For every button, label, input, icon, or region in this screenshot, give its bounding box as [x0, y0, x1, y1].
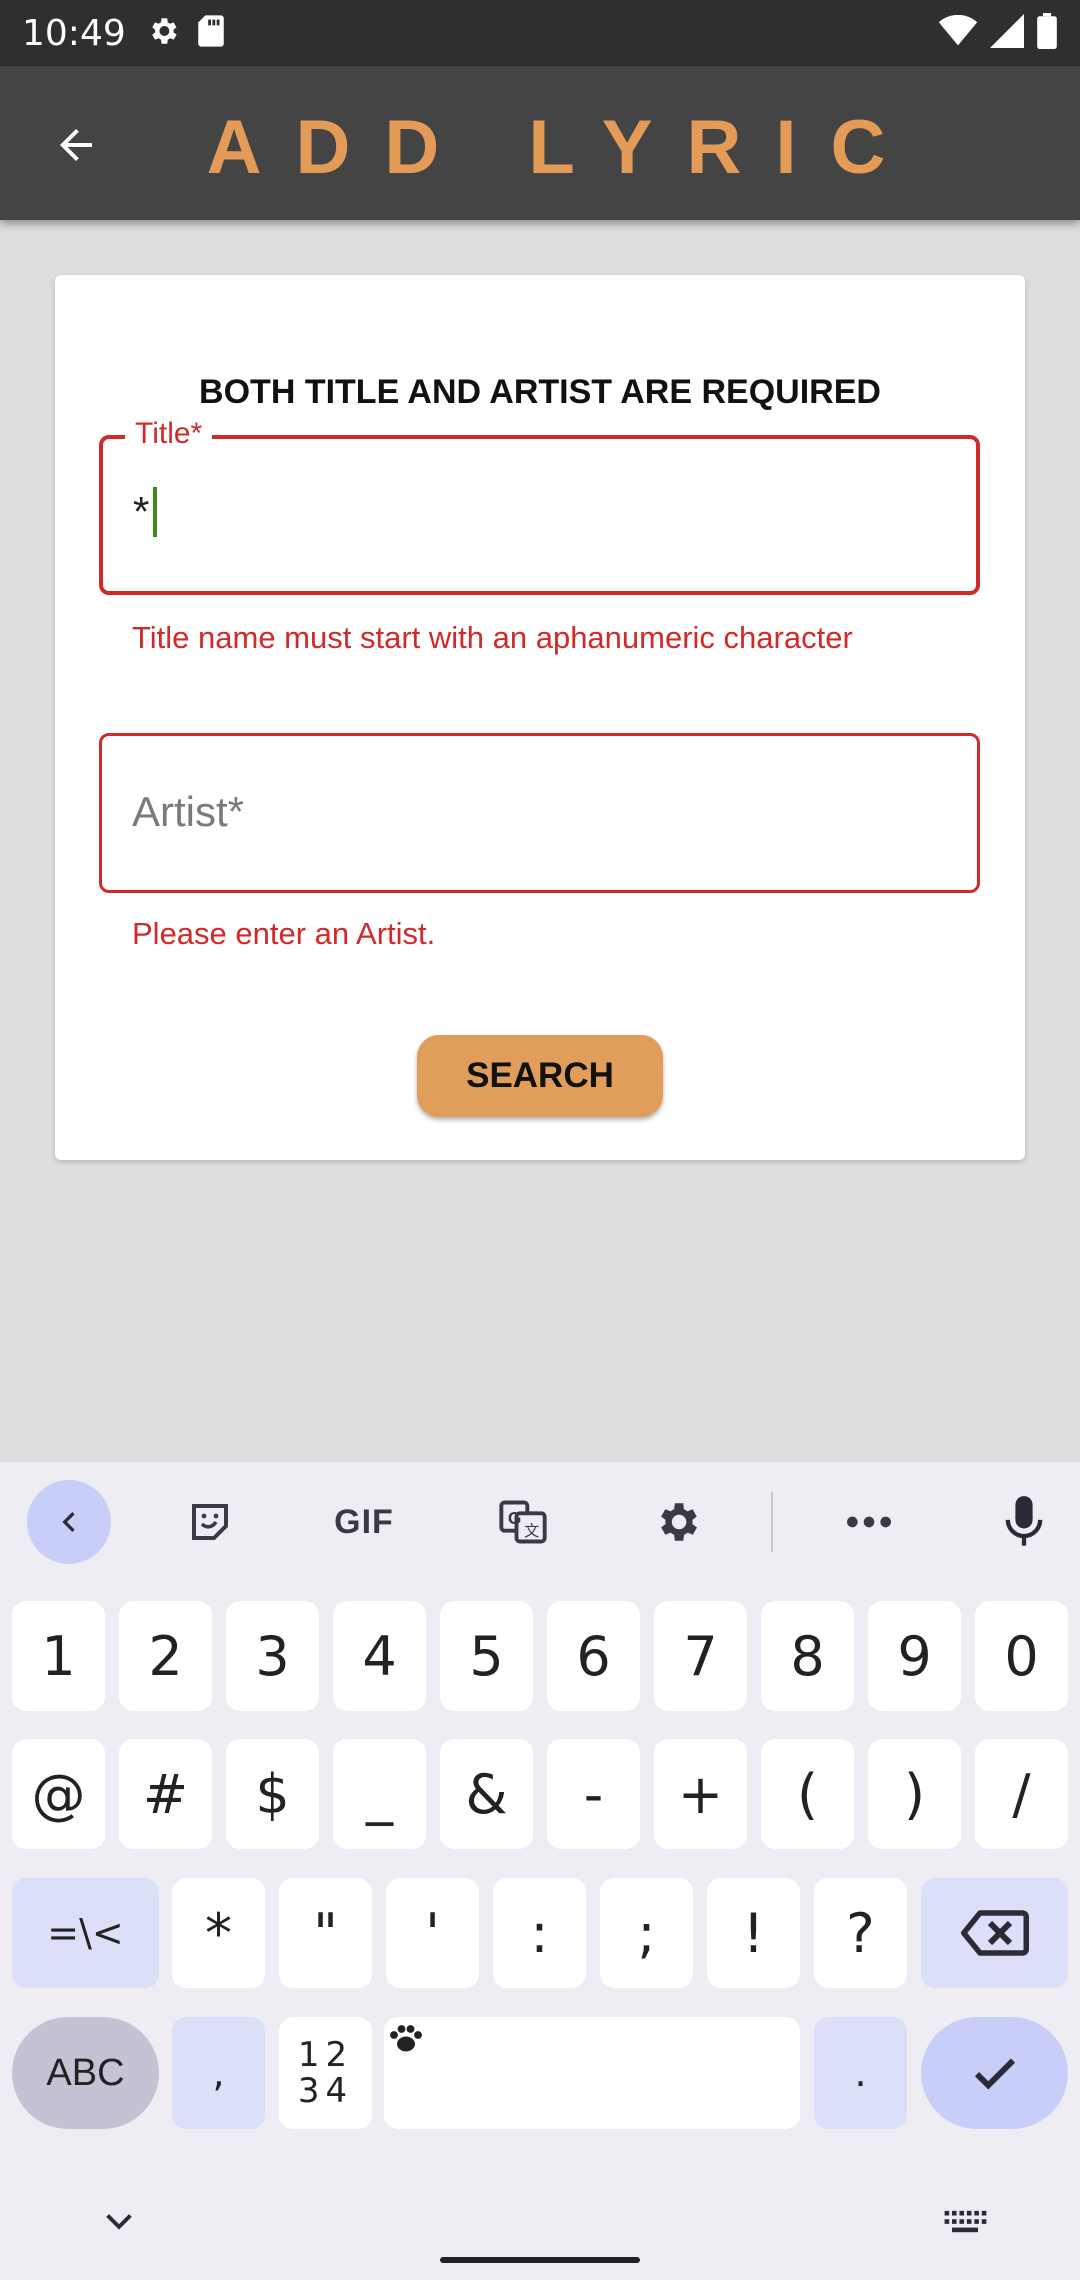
artist-placeholder: Artist*: [132, 788, 245, 835]
key-9[interactable]: 9: [868, 1601, 961, 1711]
translate-button[interactable]: G文: [481, 1480, 565, 1564]
app-bar: ADD LYRIC: [0, 66, 1080, 220]
backspace-icon: [960, 1910, 1029, 1956]
key-double-quote[interactable]: ": [279, 1878, 372, 1988]
key-2[interactable]: 2: [119, 1601, 212, 1711]
key-comma[interactable]: ,: [172, 2017, 265, 2129]
key-abc[interactable]: ABC: [12, 2017, 159, 2129]
sd-card-icon: [196, 14, 226, 53]
more-icon: [847, 1516, 891, 1528]
status-icons-right: [938, 12, 1058, 54]
key-period[interactable]: .: [814, 2017, 907, 2129]
key-open-paren[interactable]: (: [761, 1739, 854, 1849]
chevron-down-icon: [106, 2214, 132, 2230]
artist-input[interactable]: Artist*: [99, 733, 980, 893]
key-asterisk[interactable]: *: [172, 1878, 265, 1988]
key-single-quote[interactable]: ': [386, 1878, 479, 1988]
text-cursor: [153, 487, 158, 537]
more-options-button[interactable]: [827, 1480, 911, 1564]
keyboard-settings-button[interactable]: [635, 1480, 719, 1564]
paw-icon: [390, 2025, 422, 2052]
translate-icon: G文: [499, 1500, 547, 1544]
hide-keyboard-button[interactable]: [94, 2202, 144, 2242]
backspace-key[interactable]: [921, 1878, 1068, 1988]
key-numpad[interactable]: 12 34: [279, 2017, 372, 2129]
key-5[interactable]: 5: [440, 1601, 533, 1711]
title-label: Title*: [125, 417, 213, 451]
svg-text:文: 文: [524, 1522, 539, 1540]
key-exclamation[interactable]: !: [707, 1878, 800, 1988]
key-underscore[interactable]: _: [333, 1739, 426, 1849]
switch-keyboard-button[interactable]: [940, 2202, 990, 2242]
signal-icon: [990, 13, 1024, 53]
key-8[interactable]: 8: [761, 1601, 854, 1711]
chevron-left-icon: [62, 1512, 75, 1532]
settings-icon: [146, 14, 180, 53]
keyboard-icon: [944, 2210, 987, 2233]
status-time: 10:49: [22, 12, 126, 54]
title-error-message: Title name must start with an aphanumeri…: [132, 620, 853, 655]
key-hash[interactable]: #: [119, 1739, 212, 1849]
key-close-paren[interactable]: ): [868, 1739, 961, 1849]
numpad-bottom-label: 34: [297, 2071, 354, 2111]
search-button[interactable]: SEARCH: [417, 1035, 663, 1117]
key-more-symbols[interactable]: =\<: [12, 1878, 159, 1988]
numpad-top-label: 12: [297, 2035, 354, 2075]
title-input[interactable]: Title* *: [99, 417, 980, 595]
key-plus[interactable]: +: [654, 1739, 747, 1849]
gesture-nav-handle[interactable]: [440, 2257, 640, 2263]
space-key[interactable]: [384, 2017, 800, 2129]
wifi-icon: [938, 14, 978, 52]
soft-keyboard: GIF G文 1 2 3 4 5 6 7 8 9 0 @ # $ _ & - +…: [0, 1462, 1080, 2280]
status-bar: 10:49: [0, 0, 1080, 66]
key-semicolon[interactable]: ;: [600, 1878, 693, 1988]
gif-icon: GIF: [334, 1502, 394, 1541]
key-6[interactable]: 6: [547, 1601, 640, 1711]
enter-key[interactable]: [921, 2017, 1068, 2129]
microphone-icon: [1005, 1496, 1043, 1546]
page-title: ADD LYRIC: [206, 105, 920, 190]
checkmark-icon: [974, 2058, 1015, 2090]
keyboard-collapse-button[interactable]: [27, 1480, 111, 1564]
gif-button[interactable]: GIF: [322, 1480, 406, 1564]
key-slash[interactable]: /: [975, 1739, 1068, 1849]
status-icons-left: [146, 14, 226, 53]
title-text: *: [133, 488, 150, 535]
voice-input-button[interactable]: [982, 1480, 1066, 1564]
key-1[interactable]: 1: [12, 1601, 105, 1711]
key-7[interactable]: 7: [654, 1601, 747, 1711]
sticker-icon: [192, 1504, 228, 1540]
svg-text:G: G: [508, 1508, 521, 1528]
artist-error-message: Please enter an Artist.: [132, 916, 436, 951]
battery-icon: [1036, 12, 1058, 54]
add-lyric-form-card: BOTH TITLE AND ARTIST ARE REQUIRED Title…: [55, 275, 1025, 1160]
title-value: *: [133, 487, 158, 537]
key-dollar[interactable]: $: [226, 1739, 319, 1849]
sticker-button[interactable]: [168, 1480, 252, 1564]
key-question[interactable]: ?: [814, 1878, 907, 1988]
keyboard-toolbar: GIF G文: [0, 1462, 1080, 1582]
key-4[interactable]: 4: [333, 1601, 426, 1711]
key-at[interactable]: @: [12, 1739, 105, 1849]
key-colon[interactable]: :: [493, 1878, 586, 1988]
key-0[interactable]: 0: [975, 1601, 1068, 1711]
gear-icon: [661, 1503, 697, 1541]
key-ampersand[interactable]: &: [440, 1739, 533, 1849]
toolbar-divider: [771, 1492, 773, 1552]
key-3[interactable]: 3: [226, 1601, 319, 1711]
required-fields-heading: BOTH TITLE AND ARTIST ARE REQUIRED: [199, 373, 881, 411]
key-minus[interactable]: -: [547, 1739, 640, 1849]
